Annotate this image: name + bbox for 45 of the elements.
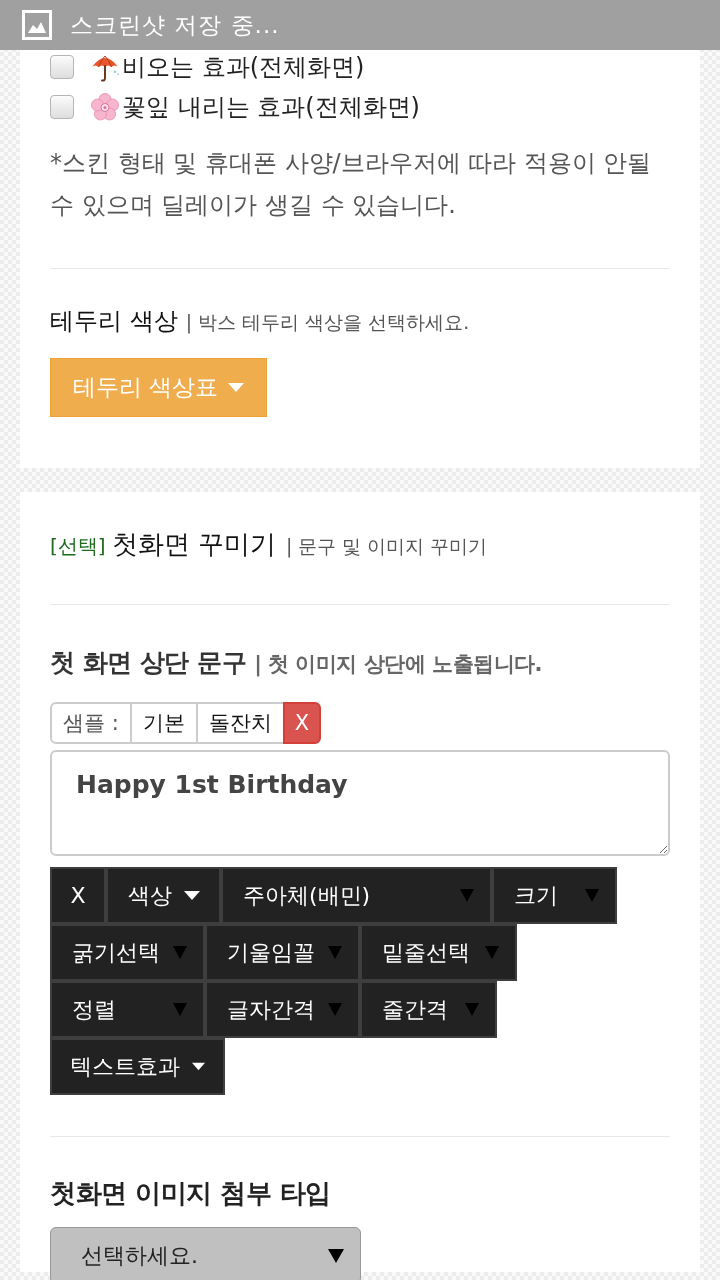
toolbar-button[interactable]: X: [50, 867, 106, 924]
dropdown-select[interactable]: 밑줄선택: [360, 924, 517, 981]
caret-icon: [173, 1003, 187, 1016]
note-text: *스킨 형태 및 휴대폰 사양/브라우저에 따라 적용이 안될 수 있으며 딜레이가 생길 수 있습니다.: [50, 148, 653, 221]
type-select[interactable]: 선택하세요.: [50, 1227, 361, 1280]
dropdown-button[interactable]: 색상: [106, 867, 221, 924]
caret-icon: [460, 889, 474, 902]
sample-label: 샘플 :: [50, 702, 132, 744]
caret-icon: [585, 889, 599, 902]
notification-text: 스크린샷 저장 중...: [70, 10, 280, 40]
dropdown-button[interactable]: 텍스트효과: [50, 1038, 225, 1095]
checkbox[interactable]: [50, 55, 74, 79]
field-label: 첫화면 이미지 첨부 타입: [50, 1177, 332, 1210]
dropdown-select[interactable]: 기울임꼴: [205, 924, 360, 981]
caret-icon: [192, 1062, 205, 1071]
caret-icon: [173, 946, 187, 959]
clear-button[interactable]: X: [282, 702, 322, 744]
option-label: 꽃잎 내리는 효과(전체화면): [122, 93, 420, 121]
image-icon: [22, 10, 52, 40]
tag-label: [선택]: [50, 533, 106, 560]
phrase-field[interactable]: Happy 1st Birthday: [50, 750, 670, 856]
blossom-icon: [90, 92, 120, 122]
field-label: 첫 화면 상단 문구: [50, 647, 247, 679]
caret-icon: [328, 1003, 342, 1016]
field-hint: | 첫 이미지 상단에 노출됩니다.: [254, 651, 543, 679]
section-hint: | 박스 테두리 색상을 선택하세요.: [185, 310, 470, 336]
caret-icon: [328, 946, 342, 959]
section-label: 테두리 색상: [50, 306, 178, 337]
sample-button[interactable]: 기본: [129, 702, 198, 744]
dropdown-select[interactable]: 줄간격: [360, 981, 497, 1038]
caret-icon: [485, 946, 499, 959]
dropdown-select[interactable]: 크기: [492, 867, 617, 924]
dropdown-select[interactable]: 글자간격: [205, 981, 360, 1038]
dropdown-select[interactable]: 주아체(배민): [221, 867, 492, 924]
caret-icon: [183, 891, 200, 900]
dropdown-select[interactable]: 굵기선택: [50, 924, 205, 981]
caret-icon: [465, 1003, 479, 1016]
caret-icon: [328, 1248, 344, 1263]
option-label: 비오는 효과(전체화면): [122, 53, 365, 81]
dropdown-select[interactable]: 정렬: [50, 981, 205, 1038]
caret-icon: [228, 383, 245, 392]
section-subtitle: | 문구 및 이미지 꾸미기: [285, 534, 488, 560]
sample-button[interactable]: 돌잔치: [195, 702, 285, 744]
checkbox[interactable]: [50, 95, 74, 119]
section-title: 첫화면 꾸미기: [111, 528, 276, 561]
